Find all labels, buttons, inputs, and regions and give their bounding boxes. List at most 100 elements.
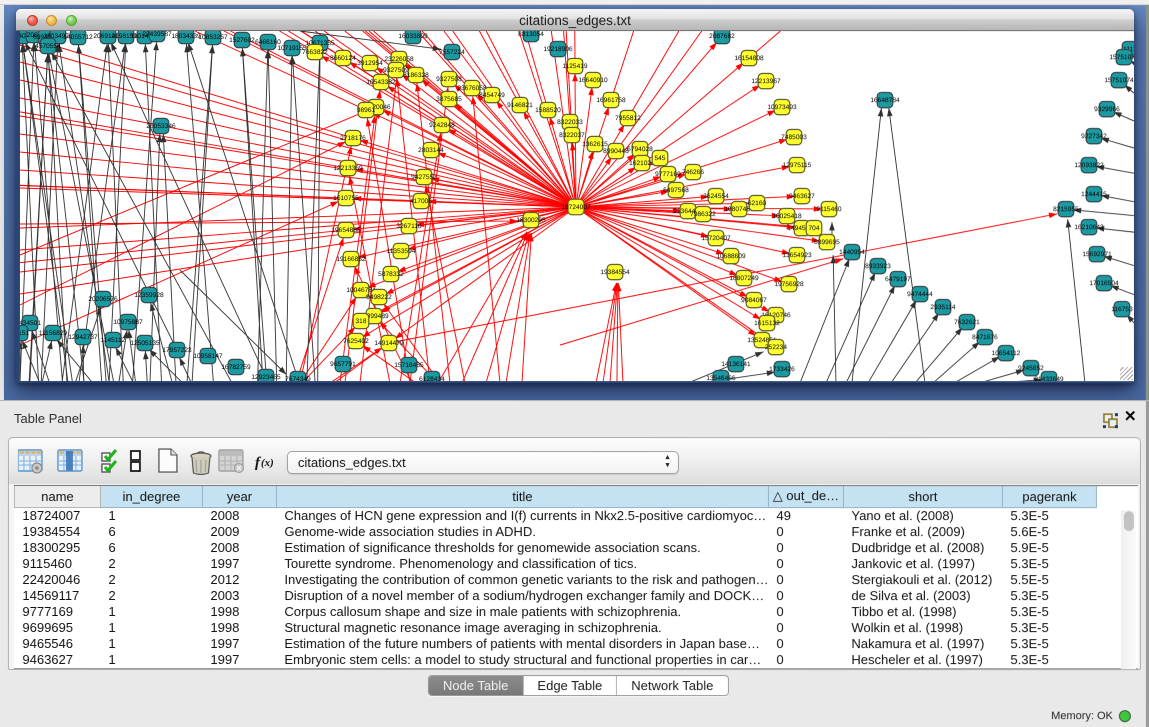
svg-text:3875685: 3875685 [436, 96, 462, 103]
svg-text:6479197: 6479197 [885, 276, 911, 283]
svg-text:12942737: 12942737 [68, 334, 98, 341]
svg-text:10688609: 10688609 [716, 253, 746, 260]
svg-text:9777169: 9777169 [655, 171, 681, 178]
svg-text:8322033: 8322033 [557, 119, 583, 126]
svg-text:7674349: 7674349 [285, 376, 311, 383]
svg-text:12923465: 12923465 [251, 374, 281, 381]
svg-text:23676058: 23676058 [457, 85, 487, 92]
svg-text:1527602: 1527602 [229, 37, 255, 44]
svg-text:9657791: 9657791 [330, 361, 356, 368]
svg-text:18300295: 18300295 [516, 217, 546, 224]
svg-text:7632621: 7632621 [954, 319, 980, 326]
svg-text:9327508: 9327508 [436, 76, 462, 83]
svg-text:98961: 98961 [357, 107, 376, 114]
svg-text:9474444: 9474444 [907, 291, 933, 298]
svg-text:13546466: 13546466 [706, 375, 736, 382]
svg-text:(x): (x) [261, 457, 274, 469]
svg-text:6497568: 6497568 [663, 187, 689, 194]
svg-text:12093822: 12093822 [1074, 162, 1104, 169]
svg-text:417006: 417006 [410, 198, 432, 205]
svg-text:1610755: 1610755 [333, 195, 359, 202]
svg-text:14136141: 14136141 [721, 361, 751, 368]
svg-text:1362615: 1362615 [582, 141, 608, 148]
svg-text:8322037: 8322037 [559, 132, 585, 139]
svg-text:11156829: 11156829 [39, 330, 68, 337]
svg-text:9146821: 9146821 [507, 102, 533, 109]
svg-text:16210643: 16210643 [1074, 224, 1104, 231]
svg-text:9242848: 9242848 [429, 122, 455, 129]
svg-text:3624554: 3624554 [703, 193, 729, 200]
svg-text:7557224: 7557224 [439, 49, 465, 56]
svg-text:15751074: 15751074 [1109, 54, 1134, 61]
svg-text:10654112: 10654112 [992, 350, 1021, 357]
svg-text:16648784: 16648784 [870, 97, 900, 104]
svg-text:14055712: 14055712 [63, 34, 93, 41]
svg-text:18724007: 18724007 [561, 204, 591, 211]
svg-text:17016504: 17016504 [1089, 280, 1119, 287]
svg-text:9227342: 9227342 [1081, 133, 1107, 140]
svg-text:10853257: 10853257 [198, 34, 228, 41]
svg-text:7986322: 7986322 [690, 211, 716, 218]
svg-text:21433649: 21433649 [1034, 376, 1064, 383]
svg-text:1440954: 1440954 [839, 249, 865, 256]
svg-text:10973493: 10973493 [767, 104, 797, 111]
svg-text:1621022: 1621022 [629, 160, 655, 167]
svg-text:8215955: 8215955 [1053, 206, 1079, 213]
svg-text:19218906: 19218906 [543, 46, 573, 53]
svg-text:8471676: 8471676 [972, 334, 998, 341]
svg-text:12213967: 12213967 [751, 78, 781, 85]
svg-text:1588520: 1588520 [535, 107, 561, 114]
svg-text:9498222: 9498222 [366, 294, 392, 301]
svg-text:545: 545 [654, 155, 665, 162]
svg-text:1145112: 1145112 [101, 337, 126, 344]
svg-text:1125419: 1125419 [562, 63, 588, 70]
svg-text:1244415: 1244415 [1081, 191, 1107, 198]
svg-text:5878332: 5878332 [378, 271, 404, 278]
svg-text:9245652: 9245652 [1018, 365, 1044, 372]
svg-text:7625402: 7625402 [343, 338, 369, 345]
svg-text:14914479: 14914479 [374, 340, 404, 347]
svg-text:20206576: 20206576 [88, 296, 118, 303]
svg-text:9329966: 9329966 [1094, 106, 1120, 113]
svg-text:12505135: 12505135 [130, 340, 160, 347]
svg-text:19756928: 19756928 [774, 281, 804, 288]
svg-text:17957223: 17957223 [162, 347, 192, 354]
svg-text:1733426: 1733426 [769, 366, 795, 373]
svg-text:318: 318 [355, 318, 366, 325]
svg-text:12975115: 12975115 [783, 162, 812, 169]
svg-text:10025418: 10025418 [772, 213, 802, 220]
svg-text:9084067: 9084067 [741, 297, 767, 304]
svg-text:6794028: 6794028 [627, 146, 653, 153]
svg-text:8660124: 8660124 [330, 55, 356, 62]
svg-text:2087682: 2087682 [709, 33, 735, 40]
svg-text:8990448: 8990448 [603, 148, 629, 155]
svg-text:7663822: 7663822 [302, 49, 328, 56]
svg-text:2718176: 2718176 [340, 135, 366, 142]
svg-text:16640910: 16640910 [578, 77, 608, 84]
svg-text:13654923: 13654923 [782, 252, 812, 259]
svg-text:1615132: 1615132 [754, 320, 780, 327]
svg-text:2803144: 2803144 [418, 147, 444, 154]
svg-text:22439587: 22439587 [142, 31, 172, 38]
svg-text:704: 704 [808, 225, 819, 232]
svg-text:9427552: 9427552 [411, 174, 437, 181]
svg-text:4570554: 4570554 [35, 43, 61, 50]
svg-text:9115460: 9115460 [816, 206, 842, 213]
svg-text:16154808: 16154808 [734, 55, 764, 62]
svg-text:18807249: 18807249 [729, 275, 759, 282]
svg-text:16033809: 16033809 [398, 33, 428, 40]
svg-text:18034339: 18034339 [171, 33, 201, 40]
svg-text:6899695: 6899695 [814, 239, 840, 246]
svg-text:19654885: 19654885 [331, 227, 361, 234]
svg-text:8454749: 8454749 [479, 92, 505, 99]
svg-text:10543382: 10543382 [366, 79, 396, 86]
svg-text:16961758: 16961758 [596, 97, 626, 104]
svg-text:39151: 39151 [16, 330, 30, 337]
svg-text:9463627: 9463627 [789, 193, 815, 200]
svg-text:8813054: 8813054 [518, 31, 544, 38]
svg-text:252234: 252234 [765, 344, 787, 351]
svg-text:3912954: 3912954 [357, 60, 383, 67]
svg-text:11353594: 11353594 [387, 248, 416, 255]
svg-text:7485003: 7485003 [781, 134, 807, 141]
svg-text:10958147: 10958147 [193, 353, 223, 360]
